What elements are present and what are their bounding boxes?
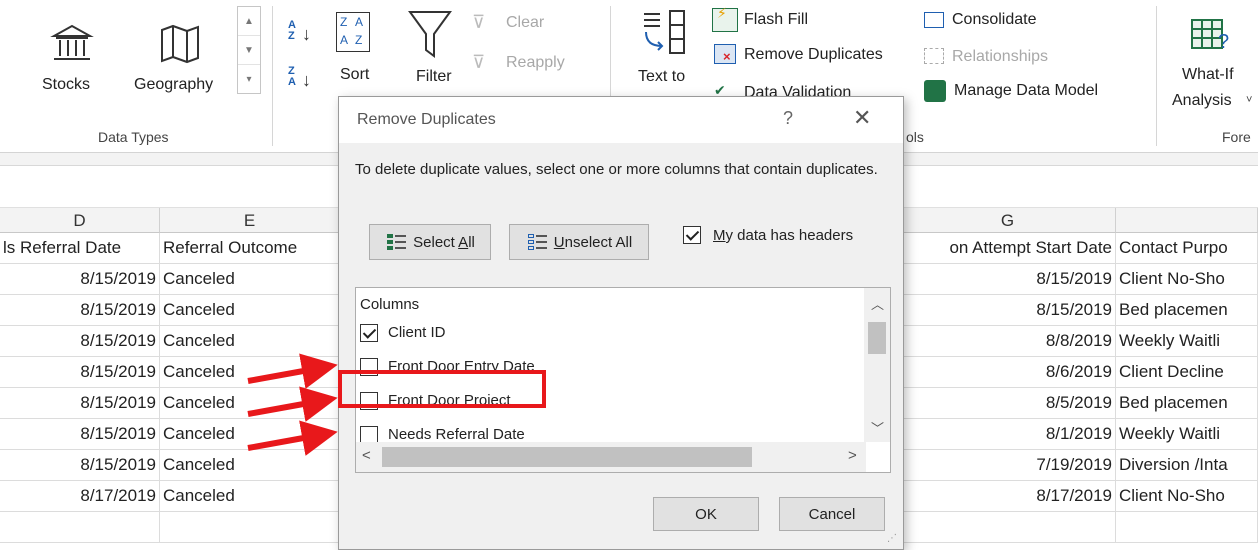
- arrow-needs-referral-date: [247, 420, 338, 456]
- arrow-front-door-project: [247, 386, 338, 422]
- arrow-front-door-entry-date: [247, 353, 338, 389]
- annotation-arrows: [247, 353, 338, 456]
